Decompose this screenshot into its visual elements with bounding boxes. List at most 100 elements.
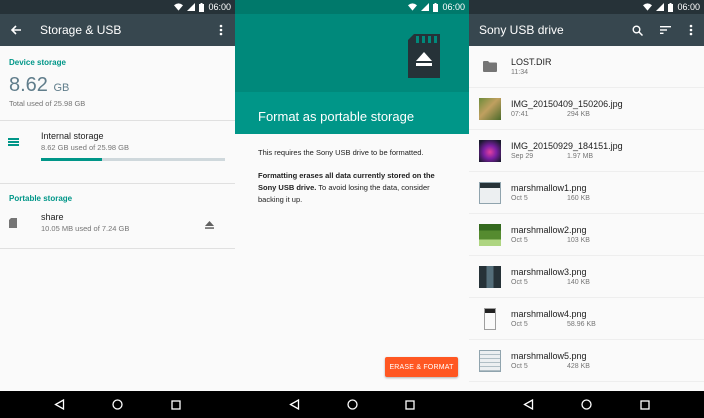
status-bar: 06:00 [0,0,235,14]
file-name: marshmallow3.png [511,267,587,277]
device-storage-heading: Device storage [9,58,66,67]
file-size: 58.96 KB [567,321,596,328]
status-bar: 06:00 [235,0,469,14]
portable-storage-detail: 10.05 MB used of 7.24 GB [41,224,130,233]
file-list: LOST.DIR 11:34 IMG_20150409_150206.jpg 0… [469,46,704,382]
format-warning-text: Formatting erases all data currently sto… [235,170,469,206]
file-size: 1.97 MB [567,153,594,160]
nav-back-icon[interactable] [54,399,65,410]
file-date: Oct 5 [511,195,528,202]
erase-format-button[interactable]: ERASE & FORMAT [385,357,458,377]
toolbar: Storage & USB [0,14,235,46]
total-used-line: Total used of 25.98 GB [9,99,86,108]
used-storage-value: 8.62 GB [0,74,235,97]
nav-recents-icon[interactable] [171,399,181,410]
battery-icon [433,2,439,12]
portable-storage-heading: Portable storage [9,194,73,203]
list-item[interactable]: LOST.DIR 11:34 [469,46,704,88]
wifi-icon [408,3,418,11]
file-date: Sep 29 [511,153,534,160]
file-size: 103 KB [567,237,590,244]
file-name: marshmallow1.png [511,183,587,193]
nav-home-icon[interactable] [581,399,593,410]
file-browser-screen: 06:00 Sony USB drive LOST.DIR 11:34 IMG_… [469,0,704,418]
list-item[interactable]: IMG_20150409_150206.jpg 07:41 294 KB [469,88,704,130]
battery-icon [668,2,674,12]
internal-storage-progress [41,158,225,161]
progress-fill [41,158,102,161]
overflow-menu-icon[interactable] [209,18,233,42]
format-dialog-screen: 06:00 Format as portable storage This re… [235,0,469,418]
file-name: IMG_20150929_184151.jpg [511,141,623,151]
file-date: Oct 5 [511,279,528,286]
folder-icon [479,56,501,78]
file-date: 11:34 [511,69,528,76]
navigation-bar [0,391,235,418]
internal-storage-label: Internal storage [41,131,104,141]
screenshot-thumbnail [484,307,496,330]
wifi-icon [643,3,653,11]
list-item[interactable]: marshmallow5.png Oct 5 428 KB [469,340,704,382]
page-title: Storage & USB [40,23,122,37]
sort-icon[interactable] [653,18,677,42]
file-name: marshmallow5.png [511,351,587,361]
navigation-bar [469,391,704,418]
storage-list-icon [8,138,19,146]
file-date: Oct 5 [511,363,528,370]
file-name: LOST.DIR [511,57,552,67]
list-item[interactable]: marshmallow2.png Oct 5 103 KB [469,214,704,256]
nav-recents-icon[interactable] [405,399,415,410]
overflow-menu-icon[interactable] [679,18,703,42]
file-date: Oct 5 [511,321,528,328]
file-name: IMG_20150409_150206.jpg [511,99,623,109]
status-bar: 06:00 [469,0,704,14]
nav-recents-icon[interactable] [640,399,650,410]
internal-storage-detail: 8.62 GB used of 25.98 GB [41,143,129,152]
nav-home-icon[interactable] [112,399,124,410]
format-requirement-text: This requires the Sony USB drive to be f… [258,148,424,157]
screenshot-thumbnail [479,349,501,372]
used-storage-unit: GB [53,82,70,94]
screenshot-thumbnail [479,223,501,246]
portable-storage-label: share [41,212,64,222]
sd-card-eject-icon [408,34,440,78]
nav-home-icon[interactable] [347,399,358,410]
list-item[interactable]: marshmallow4.png Oct 5 58.96 KB [469,298,704,340]
file-name: marshmallow2.png [511,225,587,235]
format-header: Format as portable storage [235,14,469,134]
nav-back-icon[interactable] [523,399,534,410]
toolbar: Sony USB drive [469,14,704,46]
nav-back-icon[interactable] [288,399,300,410]
navigation-bar [235,391,469,418]
file-size: 428 KB [567,363,590,370]
portable-storage-row[interactable]: share 10.05 MB used of 7.24 GB [0,208,235,240]
internal-storage-row[interactable]: Internal storage 8.62 GB used of 25.98 G… [0,121,235,165]
file-size: 160 KB [567,195,590,202]
signal-icon [187,3,196,11]
screenshot-thumbnail [479,181,501,204]
wifi-icon [174,3,184,11]
list-item[interactable]: IMG_20150929_184151.jpg Sep 29 1.97 MB [469,130,704,172]
screenshot-thumbnail [479,265,501,288]
file-size: 140 KB [567,279,590,286]
clock: 06:00 [442,2,465,12]
signal-icon [656,3,665,11]
photo-thumbnail [479,139,501,162]
divider [0,248,235,249]
list-item[interactable]: marshmallow1.png Oct 5 160 KB [469,172,704,214]
search-icon[interactable] [625,18,649,42]
list-item[interactable]: marshmallow3.png Oct 5 140 KB [469,256,704,298]
battery-icon [199,2,205,12]
back-arrow-icon[interactable] [4,18,28,42]
used-storage-number: 8.62 [9,74,48,96]
file-size: 294 KB [567,111,590,118]
file-date: 07:41 [511,111,529,118]
dialog-title: Format as portable storage [258,109,415,124]
eject-icon[interactable] [205,212,235,240]
sd-card-icon [9,218,17,228]
photo-thumbnail [479,97,501,120]
page-title: Sony USB drive [479,23,564,37]
clock: 06:00 [208,2,231,12]
clock: 06:00 [677,2,700,12]
signal-icon [421,3,430,11]
